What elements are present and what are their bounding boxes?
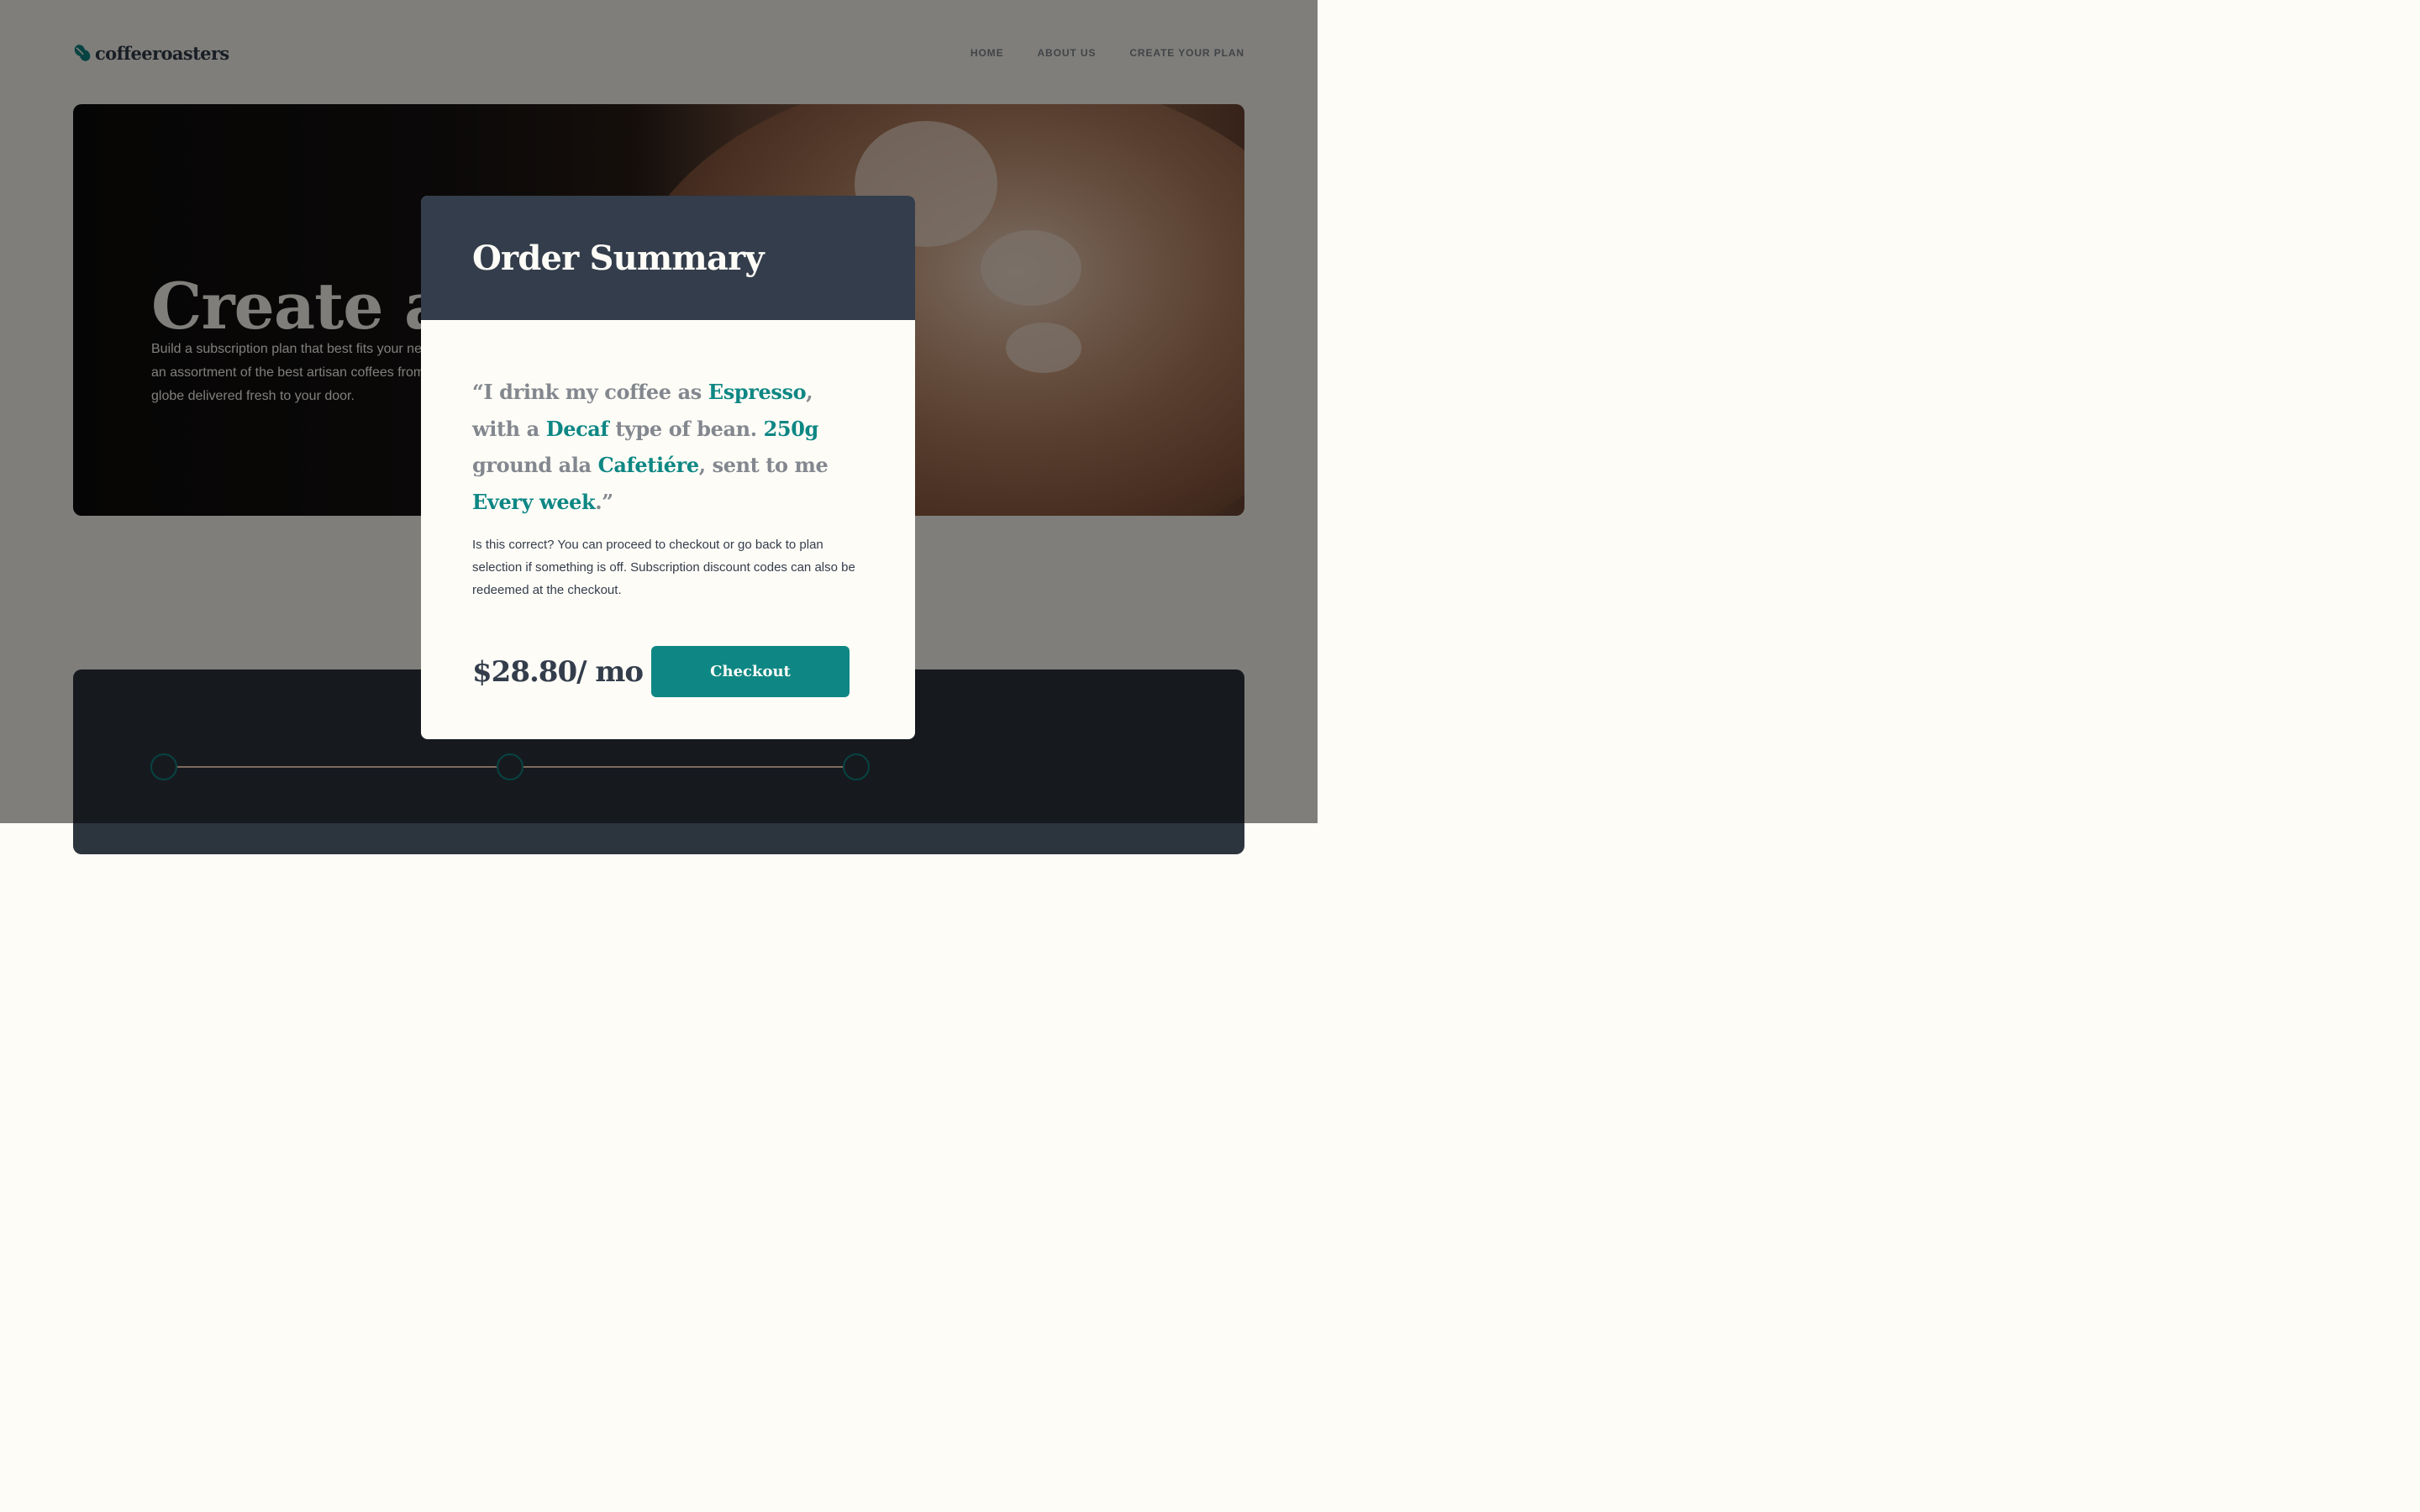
subscription-price: $28.80/ mo bbox=[472, 654, 644, 689]
order-summary-text: “I drink my coffee as Espresso, with a D… bbox=[472, 374, 864, 520]
modal-footer: $28.80/ mo Checkout bbox=[472, 646, 864, 697]
summary-text: type of bean. bbox=[608, 416, 764, 441]
summary-frequency: Every week bbox=[472, 489, 596, 514]
modal-header: Order Summary bbox=[421, 196, 915, 320]
modal-title: Order Summary bbox=[472, 238, 765, 278]
summary-drink: Espresso bbox=[708, 380, 807, 404]
summary-grind: Cafetiére bbox=[597, 453, 699, 477]
summary-bean-type: Decaf bbox=[545, 416, 609, 441]
summary-text: , sent to me bbox=[698, 453, 829, 477]
summary-text: “I drink my coffee as bbox=[472, 380, 708, 404]
order-summary-modal: Order Summary “I drink my coffee as Espr… bbox=[421, 196, 915, 739]
summary-text: .” bbox=[595, 489, 613, 514]
summary-text: ground ala bbox=[472, 453, 598, 477]
confirmation-note: Is this correct? You can proceed to chec… bbox=[472, 538, 855, 597]
modal-body: “I drink my coffee as Espresso, with a D… bbox=[421, 320, 915, 697]
checkout-button[interactable]: Checkout bbox=[651, 646, 850, 697]
summary-quantity: 250g bbox=[763, 416, 819, 441]
